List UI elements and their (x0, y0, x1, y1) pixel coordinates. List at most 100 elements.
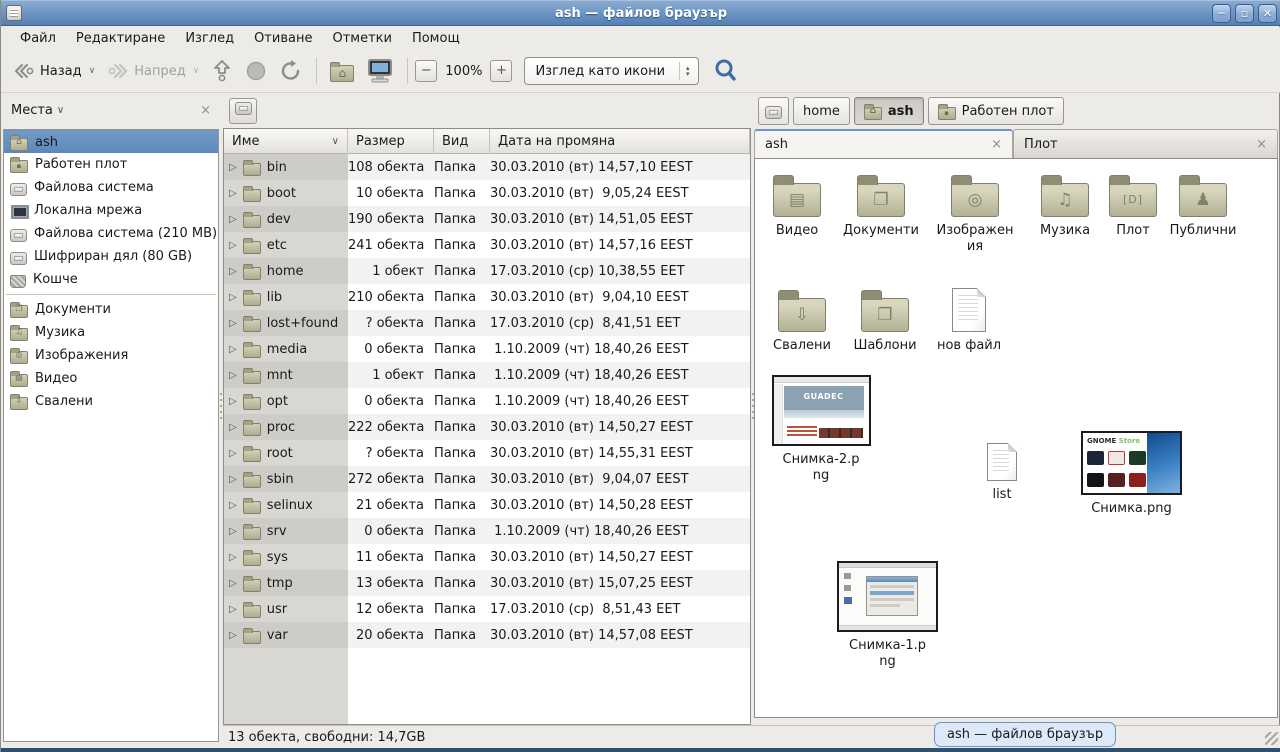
sidebar-item-video[interactable]: ▤Видео (4, 367, 218, 390)
expander-icon[interactable]: ▷ (229, 344, 237, 355)
sidebar-item-music[interactable]: ♫Музика (4, 321, 218, 344)
forward-history-dropdown[interactable]: ∨ (193, 66, 200, 76)
table-row-sys[interactable]: ▷sys11 обектаПапка30.03.2010 (вт) 14,50,… (224, 544, 750, 570)
table-row-lib[interactable]: ▷lib210 обектаПапка30.03.2010 (вт) 9,04,… (224, 284, 750, 310)
sidebar-item-ash[interactable]: ⌂ash (4, 130, 218, 153)
tab-close-icon[interactable]: × (1248, 137, 1267, 152)
expander-icon[interactable]: ▷ (229, 578, 237, 589)
search-button[interactable] (707, 54, 745, 88)
icon-item-documents[interactable]: ❐Документи (839, 173, 923, 239)
expander-icon[interactable]: ▷ (229, 240, 237, 251)
view-mode-combobox[interactable]: Изглед като икони ▴▾ (524, 57, 698, 85)
icon-item-list[interactable]: list (960, 443, 1044, 503)
table-row-home[interactable]: ▷home1 обектПапка17.03.2010 (ср) 10,38,5… (224, 258, 750, 284)
menu-bookmarks[interactable]: Отметки (323, 29, 400, 48)
minimize-button[interactable]: ─ (1212, 4, 1231, 23)
zoom-in-button[interactable]: + (490, 60, 512, 82)
tab-ash[interactable]: ash× (754, 129, 1013, 158)
root-location-button[interactable] (229, 98, 257, 124)
table-row-dev[interactable]: ▷dev190 обектаПапка30.03.2010 (вт) 14,51… (224, 206, 750, 232)
expander-icon[interactable]: ▷ (229, 396, 237, 407)
maximize-button[interactable]: ▫ (1235, 4, 1254, 23)
icon-item-snimka-2[interactable]: GUADEC Снимка-2.png (771, 375, 871, 484)
sidebar-item-filesystem[interactable]: Файлова система (4, 176, 218, 199)
table-row-bin[interactable]: ▷bin108 обектаПапка30.03.2010 (вт) 14,57… (224, 154, 750, 180)
icon-item-snimka[interactable]: GNOME Store Снимка.png (1079, 431, 1184, 517)
sidebar-item-desktop[interactable]: ▪Работен плот (4, 153, 218, 176)
icon-item-templates[interactable]: ❒Шаблони (843, 288, 927, 354)
sidebar-item-images[interactable]: ◎Изображения (4, 344, 218, 367)
icon-view[interactable]: ▤Видео ❐Документи ◎Изображения ♫Музика [… (754, 158, 1278, 718)
column-header-date[interactable]: Дата на промяна (490, 129, 750, 154)
table-row-lost-found[interactable]: ▷lost+found? обектаПапка17.03.2010 (ср) … (224, 310, 750, 336)
close-button[interactable]: ✕ (1258, 4, 1277, 23)
titlebar[interactable]: ash — файлов браузър ─ ▫ ✕ (1, 0, 1280, 26)
expander-icon[interactable]: ▷ (229, 500, 237, 511)
chevron-down-icon[interactable]: ∨ (57, 105, 64, 116)
expander-icon[interactable]: ▷ (229, 370, 237, 381)
sidebar-item-trash[interactable]: Кошче (4, 268, 218, 291)
column-header-name[interactable]: Име∨ (224, 129, 348, 154)
sidebar-item-filesystem-210mb[interactable]: Файлова система (210 MB) (4, 222, 218, 245)
breadcrumb-home-button[interactable]: home (793, 97, 850, 125)
reload-button[interactable] (273, 55, 309, 87)
tab-plot[interactable]: Плот× (1013, 129, 1278, 158)
tab-close-icon[interactable]: × (983, 137, 1002, 152)
forward-button[interactable]: Напред ∨ (101, 57, 205, 85)
computer-button[interactable] (360, 54, 400, 88)
table-row-opt[interactable]: ▷opt0 обектаПапка 1.10.2009 (чт) 18,40,2… (224, 388, 750, 414)
table-row-proc[interactable]: ▷proc222 обектаПапка30.03.2010 (вт) 14,5… (224, 414, 750, 440)
expander-icon[interactable]: ▷ (229, 604, 237, 615)
icon-item-new-file[interactable]: нов файл (927, 288, 1011, 354)
table-row-media[interactable]: ▷media0 обектаПапка 1.10.2009 (чт) 18,40… (224, 336, 750, 362)
expander-icon[interactable]: ▷ (229, 448, 237, 459)
menu-edit[interactable]: Редактиране (67, 29, 174, 48)
table-row-mnt[interactable]: ▷mnt1 обектПапка 1.10.2009 (чт) 18,40,26… (224, 362, 750, 388)
menu-view[interactable]: Изглед (176, 29, 243, 48)
expander-icon[interactable]: ▷ (229, 266, 237, 277)
expander-icon[interactable]: ▷ (229, 318, 237, 329)
breadcrumb-root-button[interactable] (758, 97, 789, 125)
zoom-out-button[interactable]: − (415, 60, 437, 82)
expander-icon[interactable]: ▷ (229, 552, 237, 563)
sidebar-item-local-network[interactable]: Локална мрежа (4, 199, 218, 222)
menu-go[interactable]: Отиване (245, 29, 321, 48)
sidebar-item-documents[interactable]: ❐Документи (4, 298, 218, 321)
expander-icon[interactable]: ▷ (229, 292, 237, 303)
resize-grip[interactable] (1265, 732, 1278, 745)
icon-item-downloads[interactable]: ⇩Свалени (760, 288, 844, 354)
breadcrumb-ash-button[interactable]: ⌂ash (854, 97, 924, 125)
sidebar-close-icon[interactable]: × (200, 103, 211, 118)
table-row-selinux[interactable]: ▷selinux21 обектаПапка30.03.2010 (вт) 14… (224, 492, 750, 518)
expander-icon[interactable]: ▷ (229, 526, 237, 537)
table-row-var[interactable]: ▷var20 обектаПапка30.03.2010 (вт) 14,57,… (224, 622, 750, 648)
sidebar-title[interactable]: Места (11, 103, 53, 118)
stop-button[interactable] (239, 56, 273, 86)
table-row-srv[interactable]: ▷srv0 обектаПапка 1.10.2009 (чт) 18,40,2… (224, 518, 750, 544)
table-row-usr[interactable]: ▷usr12 обектаПапка17.03.2010 (ср) 8,51,4… (224, 596, 750, 622)
icon-item-public[interactable]: ♟Публични (1161, 173, 1245, 239)
menu-help[interactable]: Помощ (403, 29, 469, 48)
sidebar-item-downloads[interactable]: ⇩Свалени (4, 390, 218, 413)
back-button[interactable]: Назад ∨ (7, 57, 101, 85)
icon-item-images[interactable]: ◎Изображения (933, 173, 1017, 255)
sidebar-item-encrypted-80gb[interactable]: Шифриран дял (80 GB) (4, 245, 218, 268)
table-row-tmp[interactable]: ▷tmp13 обектаПапка30.03.2010 (вт) 15,07,… (224, 570, 750, 596)
table-row-etc[interactable]: ▷etc241 обектаПапка30.03.2010 (вт) 14,57… (224, 232, 750, 258)
table-row-sbin[interactable]: ▷sbin272 обектаПапка30.03.2010 (вт) 9,04… (224, 466, 750, 492)
column-header-size[interactable]: Размер (348, 129, 434, 154)
home-button[interactable]: ⌂ (324, 57, 360, 86)
up-button[interactable] (205, 55, 239, 87)
column-header-type[interactable]: Вид (434, 129, 490, 154)
expander-icon[interactable]: ▷ (229, 162, 237, 173)
back-history-dropdown[interactable]: ∨ (89, 66, 96, 76)
expander-icon[interactable]: ▷ (229, 214, 237, 225)
table-row-root[interactable]: ▷root? обектаПапка30.03.2010 (вт) 14,55,… (224, 440, 750, 466)
expander-icon[interactable]: ▷ (229, 188, 237, 199)
expander-icon[interactable]: ▷ (229, 474, 237, 485)
expander-icon[interactable]: ▷ (229, 422, 237, 433)
icon-item-video[interactable]: ▤Видео (755, 173, 839, 239)
menu-file[interactable]: Файл (11, 29, 65, 48)
table-row-boot[interactable]: ▷boot10 обектаПапка30.03.2010 (вт) 9,05,… (224, 180, 750, 206)
expander-icon[interactable]: ▷ (229, 630, 237, 641)
